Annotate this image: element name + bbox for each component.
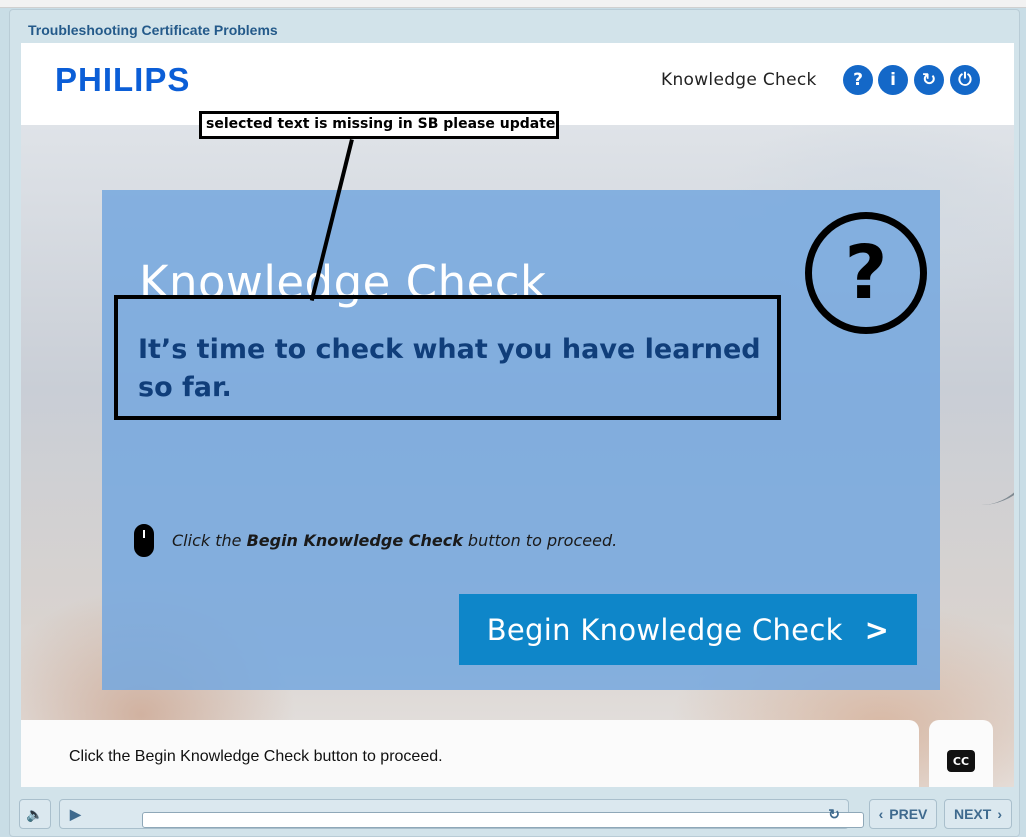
- reload-icon: ↻: [828, 805, 840, 822]
- mouse-icon: [134, 524, 154, 557]
- prev-button[interactable]: ‹ PREV: [869, 799, 937, 829]
- next-label: NEXT: [953, 806, 992, 822]
- header-title: Knowledge Check: [661, 70, 817, 90]
- seek-track[interactable]: [142, 812, 864, 828]
- cc-container: CC: [929, 720, 993, 787]
- caption-text: Click the Begin Knowledge Check button t…: [69, 748, 443, 765]
- knowledge-check-panel: Knowledge Check It’s time to check what …: [102, 190, 940, 690]
- chevron-right-icon: ›: [997, 806, 1002, 822]
- exit-button[interactable]: ⏻: [950, 65, 980, 95]
- begin-knowledge-check-button[interactable]: Begin Knowledge Check >: [459, 594, 917, 665]
- question-mark-icon: ?: [805, 212, 927, 334]
- replay-icon: ↻: [921, 70, 937, 90]
- caption-area: Click the Begin Knowledge Check button t…: [21, 720, 919, 787]
- course-title: Troubleshooting Certificate Problems: [28, 22, 278, 38]
- power-icon: ⏻: [958, 70, 972, 90]
- course-player: Troubleshooting Certificate Problems PHI…: [9, 9, 1020, 837]
- review-annotation-note: selected text is missing in SB please up…: [199, 111, 559, 139]
- review-annotation-box: [114, 295, 781, 420]
- next-button[interactable]: NEXT ›: [944, 799, 1012, 829]
- chevron-left-icon: ‹: [878, 806, 884, 822]
- chevron-right-icon: >: [864, 612, 890, 647]
- replay-button[interactable]: ↻: [914, 65, 944, 95]
- instruction-row: Click the Begin Knowledge Check button t…: [134, 524, 617, 557]
- playback-controls: 🔈 ▶ ↻ ‹ PREV NEXT ›: [10, 795, 1021, 835]
- play-button[interactable]: ▶: [70, 806, 81, 823]
- cc-icon: CC: [952, 754, 970, 768]
- reload-button[interactable]: ↻: [828, 806, 840, 823]
- philips-logo: PHILIPS: [55, 61, 191, 98]
- prev-label: PREV: [889, 806, 928, 822]
- stethoscope-graphic: [981, 245, 1014, 505]
- instruction-text: Click the Begin Knowledge Check button t…: [172, 531, 618, 550]
- volume-button[interactable]: 🔈: [19, 799, 51, 829]
- browser-toolbar-strip: [0, 0, 1026, 8]
- help-icon: ?: [853, 70, 863, 90]
- closed-captions-button[interactable]: CC: [947, 750, 975, 772]
- begin-button-label: Begin Knowledge Check: [486, 612, 843, 647]
- play-icon: ▶: [70, 805, 81, 822]
- progress-bar: ▶ ↻: [59, 799, 864, 829]
- help-button[interactable]: ?: [843, 65, 873, 95]
- info-icon: i: [890, 70, 896, 90]
- info-button[interactable]: i: [878, 65, 908, 95]
- speaker-icon: 🔈: [26, 805, 44, 822]
- slide: PHILIPS Knowledge Check ? i ↻ ⏻ Knowledg…: [21, 43, 1014, 787]
